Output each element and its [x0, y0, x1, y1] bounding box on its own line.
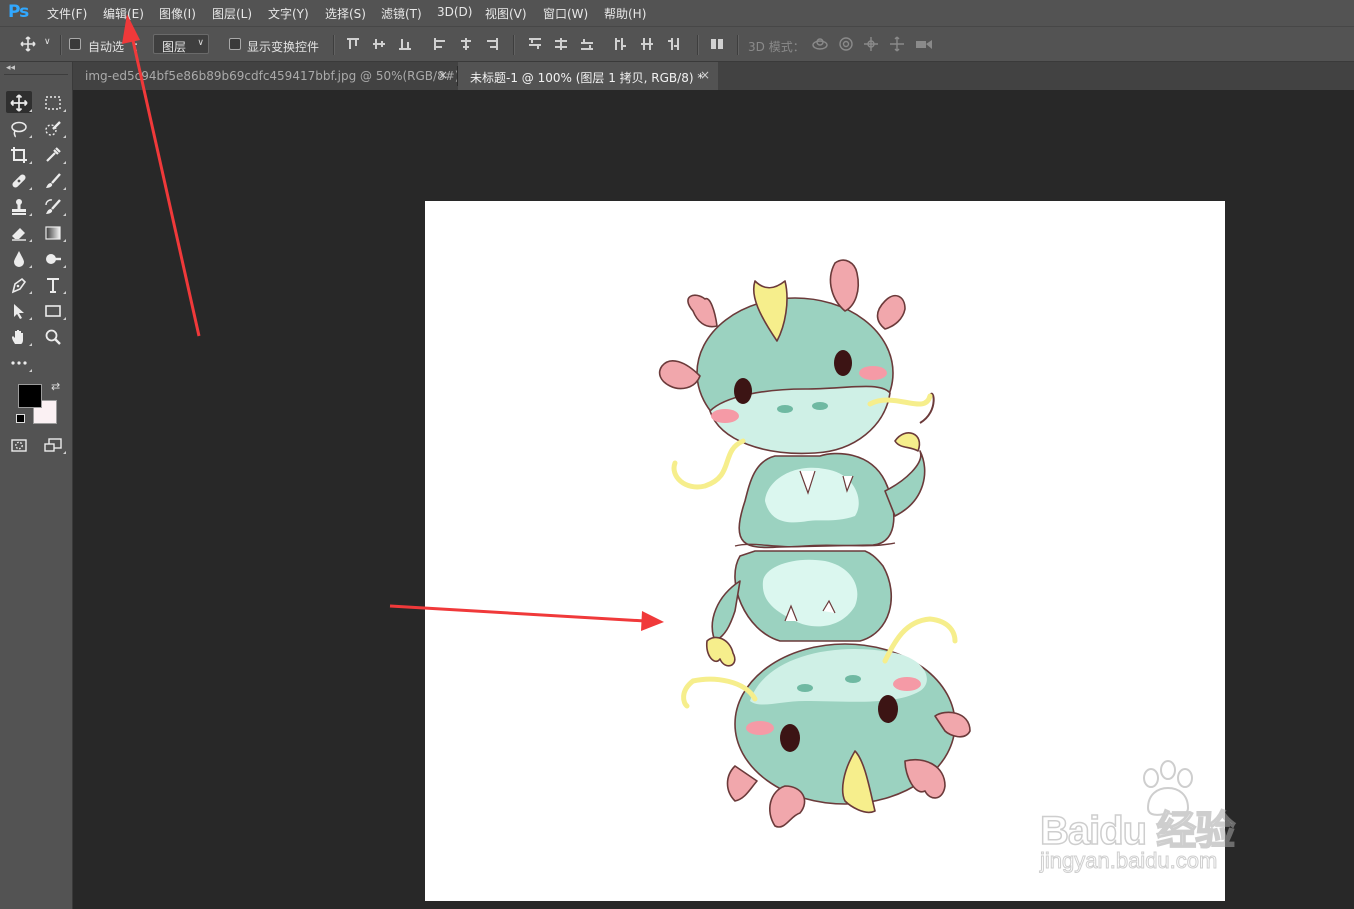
distribute-vcenter-icon[interactable]: [553, 36, 569, 52]
screen-mode-icon[interactable]: [40, 433, 66, 455]
tab-title: img-ed5c: [85, 69, 142, 83]
clone-stamp-tool[interactable]: [6, 195, 32, 217]
lasso-tool[interactable]: [6, 117, 32, 139]
distribute-hcenter-icon[interactable]: [639, 36, 655, 52]
align-bottom-icon[interactable]: [397, 36, 413, 52]
watermark-du: du: [1099, 808, 1148, 854]
watermark-brand-cn: 经验: [1156, 808, 1237, 854]
menu-bar: Ps 文件(F) 编辑(E) 图像(I) 图层(L) 文字(Y) 选择(S) 滤…: [0, 0, 1354, 26]
3d-orbit-icon[interactable]: [811, 36, 828, 52]
menu-3d[interactable]: 3D(D): [437, 5, 472, 19]
align-hcenter-icon[interactable]: [458, 36, 474, 52]
align-right-icon[interactable]: [484, 36, 500, 52]
menu-edit[interactable]: 编辑(E): [103, 5, 144, 22]
3d-roll-icon[interactable]: [838, 36, 854, 52]
align-left-icon[interactable]: [432, 36, 448, 52]
brush-tool[interactable]: [40, 169, 66, 191]
type-tool[interactable]: [40, 273, 66, 295]
menu-layer[interactable]: 图层(L): [212, 5, 252, 22]
pen-tool[interactable]: [6, 273, 32, 295]
tab-untitled-1[interactable]: 未标题-1 @ 100% (图层 1 拷贝, RGB/8) * ×: [458, 62, 718, 90]
edit-toolbar-icon[interactable]: [6, 351, 32, 373]
tab-title: 未标题-1 @ 100% (图层 1 拷贝, RGB/8) *: [470, 71, 704, 85]
tab-title-rest: 94bf5e86b89b69cdfc459417bbf.jpg @ 50%(RG…: [141, 69, 460, 83]
history-brush-tool[interactable]: [40, 195, 66, 217]
distribute-bottom-icon[interactable]: [579, 36, 595, 52]
menu-window[interactable]: 窗口(W): [543, 5, 588, 22]
quick-mask-icon[interactable]: [6, 433, 32, 455]
healing-brush-tool[interactable]: [6, 169, 32, 191]
document-tab-bar: img-ed5c94bf5e86b89b69cdfc459417bbf.jpg …: [73, 62, 1354, 90]
align-vcenter-icon[interactable]: [371, 36, 387, 52]
distribute-right-icon[interactable]: [665, 36, 681, 52]
align-top-icon[interactable]: [345, 36, 361, 52]
rectangle-tool[interactable]: [40, 299, 66, 321]
menu-help[interactable]: 帮助(H): [604, 5, 646, 22]
3d-camera-icon[interactable]: [915, 36, 932, 52]
auto-align-icon[interactable]: [709, 36, 725, 52]
3d-mode-label: 3D 模式：: [748, 40, 805, 54]
close-icon[interactable]: ×: [700, 68, 710, 82]
3d-pan-icon[interactable]: [863, 36, 879, 52]
menu-view[interactable]: 视图(V): [485, 5, 527, 22]
gradient-tool[interactable]: [40, 221, 66, 243]
auto-select-target-dropdown[interactable]: 图层 ∨: [153, 34, 209, 54]
blur-tool[interactable]: [6, 247, 32, 269]
hand-tool[interactable]: [6, 325, 32, 347]
default-colors-icon[interactable]: [16, 414, 25, 423]
marquee-tool[interactable]: [40, 91, 66, 113]
menu-type[interactable]: 文字(Y): [268, 5, 309, 22]
options-bar: ∨ 自动选 ： 图层 ∨ 显示变换控件 3D 模式：: [0, 26, 1354, 62]
collapse-panel-icon[interactable]: ◂◂: [6, 63, 15, 73]
tab-img-ed5c[interactable]: img-ed5c94bf5e86b89b69cdfc459417bbf.jpg …: [73, 62, 460, 90]
watermark-bai: Bai: [1039, 808, 1101, 854]
dodge-tool[interactable]: [40, 247, 66, 269]
menu-select[interactable]: 选择(S): [325, 5, 366, 22]
move-tool[interactable]: [6, 91, 32, 113]
menu-filter[interactable]: 滤镜(T): [381, 5, 422, 22]
auto-select-checkbox[interactable]: [69, 38, 81, 50]
crop-tool[interactable]: [6, 143, 32, 165]
path-select-tool[interactable]: [6, 299, 32, 321]
zoom-tool[interactable]: [40, 325, 66, 347]
auto-select-target-value: 图层: [162, 40, 187, 54]
menu-file[interactable]: 文件(F): [47, 5, 87, 22]
chevron-down-icon: ∨: [197, 38, 204, 48]
foreground-color-swatch[interactable]: [18, 384, 42, 408]
distribute-top-icon[interactable]: [527, 36, 543, 52]
baidu-watermark: Baidu 经验 jingyan.baidu.com: [1035, 760, 1295, 890]
swap-colors-icon[interactable]: ⇄: [51, 380, 60, 393]
eraser-tool[interactable]: [6, 221, 32, 243]
photoshop-logo: Ps: [8, 2, 29, 22]
distribute-left-icon[interactable]: [613, 36, 629, 52]
move-tool-preset-icon[interactable]: [20, 36, 36, 52]
auto-select-colon: ：: [133, 40, 146, 54]
menu-image[interactable]: 图像(I): [159, 5, 196, 22]
show-transform-checkbox[interactable]: [229, 38, 241, 50]
watermark-url: jingyan.baidu.com: [1039, 848, 1218, 874]
quick-select-tool[interactable]: [40, 117, 66, 139]
chevron-down-icon[interactable]: ∨: [44, 37, 51, 47]
3d-slide-icon[interactable]: [889, 36, 905, 52]
auto-select-label: 自动选: [88, 40, 125, 54]
eyedropper-tool[interactable]: [40, 143, 66, 165]
show-transform-label: 显示变换控件: [247, 40, 320, 54]
close-icon[interactable]: ×: [438, 68, 448, 82]
